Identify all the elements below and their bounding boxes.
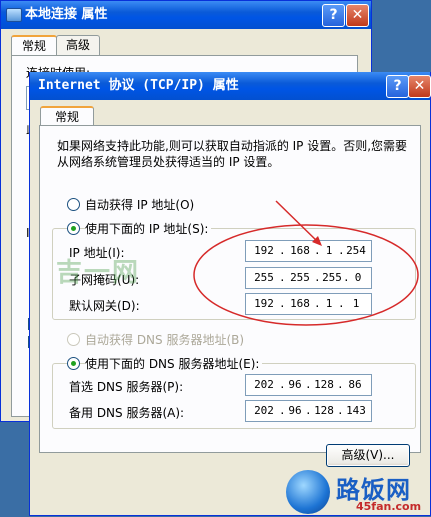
back-close-button[interactable]: ✕ [346, 4, 369, 27]
gateway-label: 默认网关(D): [69, 299, 140, 313]
ip-manual-label[interactable]: 使用下面的 IP 地址(S): [85, 220, 212, 237]
dns-alternate-label: 备用 DNS 服务器(A): [69, 406, 185, 420]
dns-preferred-input[interactable]: 202. 96. 128. 86 [245, 374, 372, 396]
back-tab-advanced[interactable]: 高级 [56, 35, 100, 55]
ip-auto-label[interactable]: 自动获得 IP 地址(O) [85, 196, 194, 213]
advanced-button[interactable]: 高级(V)... [326, 444, 410, 467]
dns-preferred-label: 首选 DNS 服务器(P): [69, 380, 184, 394]
dns-manual-label[interactable]: 使用下面的 DNS 服务器地址(E): [85, 355, 263, 372]
dns-manual-radio[interactable] [67, 357, 80, 370]
dialog-titlebar[interactable]: Internet 协议 (TCP/IP) 属性 ? ✕ [30, 72, 431, 100]
dns-auto-label[interactable]: 自动获得 DNS 服务器地址(B) [85, 331, 244, 348]
ip-auto-radio[interactable] [67, 198, 80, 211]
close-button[interactable]: ✕ [408, 75, 431, 98]
dns-auto-radio[interactable] [67, 333, 80, 346]
logo-domain: 45fan.com [356, 500, 422, 513]
ip-address-input[interactable]: 192. 168. 1. 254 [245, 240, 372, 262]
back-help-button[interactable]: ? [322, 4, 345, 27]
tcpip-properties-dialog: Internet 协议 (TCP/IP) 属性 ? ✕ 常规 如果网络支持此功能… [29, 72, 431, 516]
description-text: 如果网络支持此功能,则可以获取自动指派的 IP 设置。否则,您需要从网络系统管理… [57, 139, 408, 169]
back-window-title: 本地连接 属性 [25, 7, 108, 22]
back-tab-general[interactable]: 常规 [11, 35, 57, 57]
watermark-left: 吉一网 [56, 258, 141, 288]
help-button[interactable]: ? [386, 75, 409, 98]
dns-alternate-input[interactable]: 202. 96. 128. 143 [245, 400, 372, 422]
ip-manual-radio[interactable] [67, 222, 80, 235]
back-window-titlebar[interactable]: 本地连接 属性 ? ✕ [1, 1, 371, 29]
subnet-mask-input[interactable]: 255. 255. 255. 0 [245, 267, 372, 289]
dialog-title: Internet 协议 (TCP/IP) 属性 [38, 78, 239, 93]
general-panel: 如果网络支持此功能,则可以获取自动指派的 IP 设置。否则,您需要从网络系统管理… [39, 125, 421, 453]
gateway-input[interactable]: 192. 168. 1. 1 [245, 293, 372, 315]
logo-globe-icon [286, 470, 330, 514]
site-logo: 路饭网 45fan.com [286, 470, 431, 517]
network-connection-icon [6, 8, 22, 22]
